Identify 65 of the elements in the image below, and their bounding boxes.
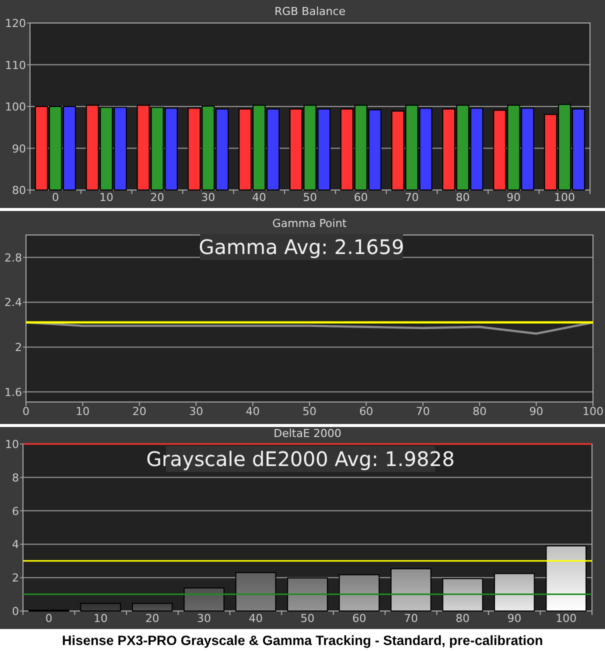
axis-label: 60 (359, 405, 374, 418)
bar (442, 578, 484, 612)
axis-label: 10 (94, 612, 108, 625)
axis-label: 80 (456, 191, 470, 204)
chart-caption: Hisense PX3-PRO Grayscale & Gamma Tracking - Standard, pre-calibration (61, 632, 544, 650)
axis-label: 2.8 (4, 251, 22, 264)
axis-label: 0 (12, 605, 19, 618)
bar (184, 587, 224, 612)
bar (390, 568, 432, 612)
axis-label: 90 (529, 405, 544, 418)
bar (80, 602, 121, 612)
axis-label: 0 (22, 405, 30, 418)
axis-label: 110 (5, 58, 26, 72)
axis-label: 90 (12, 142, 26, 156)
axis-label: 120 (5, 17, 26, 30)
bar (28, 610, 70, 612)
axis-label: 80 (472, 405, 487, 418)
bar (338, 574, 380, 612)
axis-label: 60 (352, 612, 366, 625)
average-label: Grayscale dE2000 Avg: 1.9828 (146, 446, 455, 472)
axis-label: 40 (252, 191, 266, 204)
bar (235, 572, 276, 612)
axis-label: 80 (12, 184, 26, 197)
axis-label: 1.6 (4, 386, 22, 399)
axis-label: 60 (354, 191, 368, 204)
chart-title: RGB Balance (274, 5, 346, 18)
axis-label: 100 (582, 405, 604, 418)
axis-label: 100 (5, 100, 26, 114)
axis-label: 8 (12, 471, 19, 484)
axis-label: 100 (556, 612, 577, 625)
average-label: Gamma Avg: 2.1659 (198, 234, 404, 260)
axis-label: 40 (248, 612, 263, 625)
axis-label: 0 (45, 612, 52, 625)
bar (494, 573, 535, 612)
axis-label: 4 (12, 538, 19, 552)
bar (546, 545, 587, 612)
axis-label: 10 (99, 191, 114, 204)
axis-label: 90 (506, 191, 521, 204)
axis-label: 70 (416, 405, 430, 418)
chart-title: Gamma Point (272, 217, 347, 230)
axis-label: 10 (5, 438, 19, 451)
axis-label: 2 (15, 341, 22, 354)
axis-label: 20 (150, 191, 164, 204)
axis-label: 50 (303, 191, 317, 204)
axis-label: 30 (189, 405, 204, 418)
bar (287, 577, 328, 612)
axis-label: 2.4 (4, 296, 22, 310)
axis-label: 50 (300, 612, 314, 625)
axis-label: 10 (76, 405, 90, 418)
axis-label: 20 (145, 612, 160, 625)
axis-label: 70 (404, 191, 419, 204)
bar (132, 602, 173, 612)
axis-label: 90 (507, 612, 522, 625)
axis-label: 50 (302, 405, 316, 418)
axis-label: 30 (197, 612, 212, 625)
axis-label: 0 (52, 191, 59, 204)
axis-label: 70 (404, 612, 418, 625)
axis-label: 100 (554, 191, 576, 204)
axis-label: 2 (12, 572, 19, 585)
axis-label: 20 (132, 405, 146, 418)
axis-label: 30 (201, 191, 216, 204)
axis-label: 40 (246, 405, 260, 418)
axis-label: 80 (456, 612, 470, 625)
axis-label: 6 (12, 504, 19, 518)
chart-title: DeltaE 2000 (274, 427, 342, 440)
